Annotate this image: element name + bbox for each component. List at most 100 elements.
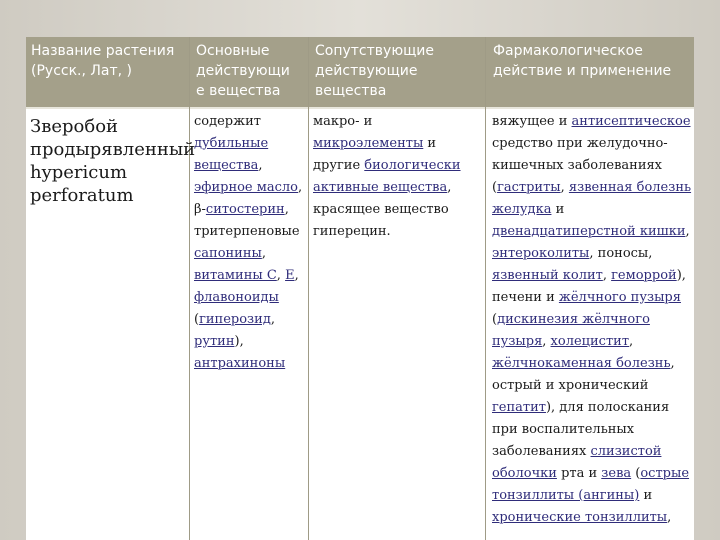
term-link[interactable]: активные вещества (313, 180, 447, 195)
text-segment: , (447, 180, 452, 195)
text-line: желудка и (492, 199, 692, 221)
text-line: острый и хронический (492, 375, 692, 397)
text-line: эфирное масло, (194, 177, 306, 199)
header-pharmacological-action: Фармакологическое действие и применение (493, 43, 672, 79)
text-line: гиперецин. (313, 221, 483, 243)
text-segment: , (298, 180, 303, 195)
text-segment: , (261, 246, 267, 261)
text-segment: острый и хронический (492, 378, 649, 393)
text-segment: другие (313, 158, 365, 173)
term-link[interactable]: антрахиноны (194, 356, 285, 371)
text-line: кишечных заболеваниях (492, 155, 692, 177)
table-header-row: Название растения (Русск., Лат, ) Основн… (26, 37, 694, 109)
term-link[interactable]: зева (601, 466, 631, 481)
text-line: средство при желудочно- (492, 133, 692, 155)
plant-name-line: perforatum (30, 185, 134, 206)
main-substances-cell: содержит дубильные вещества, эфирное масло,… (194, 111, 306, 375)
text-segment: ), для полоскания (545, 400, 670, 415)
accompanying-substances-cell: макро- и микроэлементы и другие биологичес… (313, 111, 483, 243)
text-segment: , (667, 510, 672, 525)
term-link[interactable]: острые (640, 466, 689, 481)
text-line: антрахиноны (194, 353, 306, 375)
text-segment: , (629, 334, 634, 349)
text-line: тритерпеновые (194, 221, 306, 243)
text-line: сапонины, (194, 243, 306, 265)
plant-name-line: hypericum (30, 162, 128, 183)
term-link[interactable]: хронические тонзиллиты (492, 510, 667, 525)
text-segment: и (551, 202, 565, 217)
text-segment: и (639, 488, 653, 503)
term-link[interactable]: холецистит (551, 334, 629, 349)
term-link[interactable]: ситостерин (206, 202, 285, 217)
text-segment: макро- и (313, 114, 373, 129)
text-segment: β- (194, 202, 206, 217)
text-segment: , (294, 268, 299, 283)
text-line: при воспалительных (492, 419, 692, 441)
plant-name-line: Зверобой (30, 116, 119, 137)
term-link[interactable]: гастриты (497, 180, 561, 195)
term-link[interactable]: флавоноиды (194, 290, 279, 305)
text-line: (гастриты, язвенная болезнь (492, 177, 692, 199)
term-link[interactable]: сапонины (194, 246, 262, 261)
term-link[interactable]: язвенная болезнь (569, 180, 691, 195)
plant-name-cell: Зверобой продырявленный hypericum perfor… (30, 115, 196, 207)
text-segment: , (685, 224, 690, 239)
text-segment: вяжущее и (492, 114, 572, 129)
text-line: макро- и (313, 111, 483, 133)
term-link[interactable]: микроэлементы (313, 136, 423, 151)
term-link[interactable]: жёлчного пузыря (559, 290, 681, 305)
text-segment: ), (234, 334, 244, 349)
term-link[interactable]: биологически (364, 158, 460, 173)
term-link[interactable]: энтероколиты (492, 246, 589, 261)
plant-name-line: продырявленный (30, 139, 196, 160)
term-link[interactable]: антисептическое (572, 114, 691, 129)
text-line: энтероколиты, поносы, (492, 243, 692, 265)
text-line: β-ситостерин, (194, 199, 306, 221)
term-link[interactable]: пузыря (492, 334, 542, 349)
term-link[interactable]: дубильные (194, 136, 268, 151)
text-line: (дискинезия жёлчного (492, 309, 692, 331)
text-segment: гиперецин. (313, 224, 391, 239)
term-link[interactable]: желудка (492, 202, 551, 217)
term-link[interactable]: жёлчнокаменная болезнь (492, 356, 671, 371)
text-segment: при воспалительных (492, 422, 635, 437)
text-line: тонзиллиты (ангины) и (492, 485, 692, 507)
text-segment: рта и (556, 466, 602, 481)
term-link[interactable]: двенадцатиперстной кишки (492, 224, 686, 239)
text-segment: и (423, 136, 437, 151)
text-segment: тритерпеновые (194, 224, 300, 239)
text-line: двенадцатиперстной кишки, (492, 221, 692, 243)
text-line: красящее вещество (313, 199, 483, 221)
text-line: (гиперозид, (194, 309, 306, 331)
text-line: дубильные (194, 133, 306, 155)
text-line: другие биологически (313, 155, 483, 177)
plant-table: Название растения (Русск., Лат, ) Основн… (26, 37, 694, 540)
term-link[interactable]: эфирное масло (194, 180, 298, 195)
term-link[interactable]: гепатит (492, 400, 546, 415)
text-line: содержит (194, 111, 306, 133)
term-link[interactable]: геморрой (611, 268, 677, 283)
term-link[interactable]: тонзиллиты (ангины) (492, 488, 639, 503)
term-link[interactable]: слизистой (591, 444, 662, 459)
term-link[interactable]: вещества (194, 158, 258, 173)
text-line: микроэлементы и (313, 133, 483, 155)
term-link[interactable]: дискинезия жёлчного (497, 312, 650, 327)
text-line: оболочки рта и зева (острые (492, 463, 692, 485)
term-link[interactable]: рутин (194, 334, 235, 349)
term-link[interactable]: Е (285, 268, 295, 283)
text-line: рутин), (194, 331, 306, 353)
text-line: вещества, (194, 155, 306, 177)
text-line: заболеваниях слизистой (492, 441, 692, 463)
text-line: жёлчнокаменная болезнь, (492, 353, 692, 375)
term-link[interactable]: витамины С (194, 268, 277, 283)
text-segment: ), (676, 268, 686, 283)
text-segment: заболеваниях (492, 444, 591, 459)
text-line: вяжущее и антисептическое (492, 111, 692, 133)
term-link[interactable]: гиперозид (199, 312, 271, 327)
text-segment: средство при желудочно- (492, 136, 668, 151)
text-segment: , (560, 180, 569, 195)
header-main-substances: Основные действующи е вещества (196, 43, 290, 99)
term-link[interactable]: оболочки (492, 466, 557, 481)
text-segment: , (670, 356, 675, 371)
term-link[interactable]: язвенный колит (492, 268, 603, 283)
